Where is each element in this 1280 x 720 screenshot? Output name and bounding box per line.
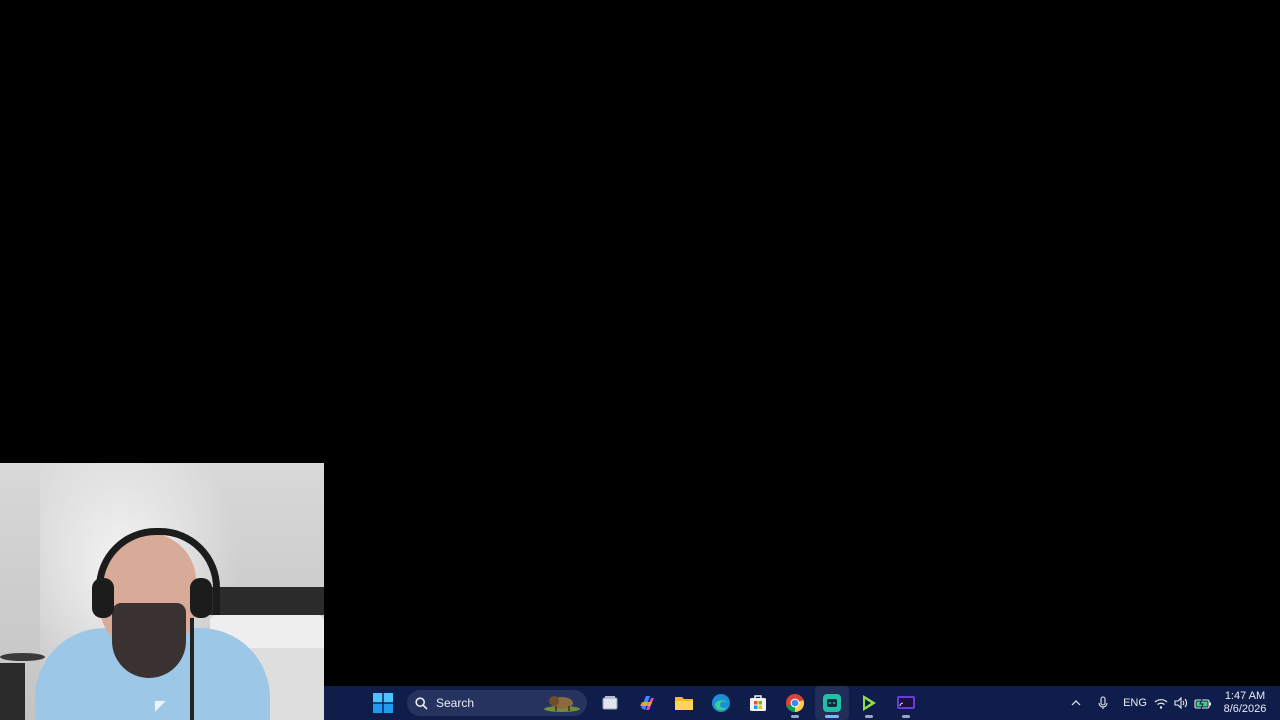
webcam-overlay <box>0 463 324 720</box>
input-language-indicator[interactable]: ENG <box>1118 686 1152 720</box>
clock-button[interactable]: 1:47 AM 8/6/2026 <box>1214 686 1276 720</box>
task-view-button[interactable] <box>593 686 627 720</box>
copilot-button[interactable] <box>630 686 664 720</box>
task-view-icon <box>602 696 618 710</box>
edge-icon <box>712 694 730 712</box>
microphone-icon <box>1098 696 1108 709</box>
store-icon <box>750 695 766 711</box>
show-hidden-icons-button[interactable] <box>1064 686 1088 720</box>
search-placeholder: Search <box>436 696 475 710</box>
cast-icon <box>897 696 915 709</box>
chat-app-icon <box>823 694 841 712</box>
folder-icon <box>675 697 693 710</box>
microphone-button[interactable] <box>1088 686 1118 720</box>
taskbar-center: Search <box>366 686 926 720</box>
running-indicator <box>791 715 799 718</box>
shirt-logo <box>155 701 175 717</box>
wifi-icon <box>1154 698 1168 709</box>
play-app-icon <box>863 695 876 711</box>
messaging-app-button[interactable] <box>815 686 849 720</box>
clock-date: 8/6/2026 <box>1223 703 1267 715</box>
edge-button[interactable] <box>704 686 738 720</box>
windows-logo-icon <box>373 693 393 713</box>
headphones-cable <box>190 618 194 720</box>
headphones-left-cup <box>92 578 114 618</box>
chair <box>0 663 25 720</box>
microsoft-store-button[interactable] <box>741 686 775 720</box>
running-indicator <box>902 715 910 718</box>
running-indicator <box>865 715 873 718</box>
search-highlight-bison-icon <box>544 696 580 712</box>
battery-charging-icon <box>1194 698 1211 709</box>
start-button[interactable] <box>366 686 400 720</box>
system-tray: ENG 1:47 AM 8/6/2026 <box>1064 686 1280 720</box>
volume-icon <box>1174 697 1188 709</box>
headphones-right-cup <box>190 578 212 618</box>
chevron-up-icon <box>1071 700 1081 706</box>
media-app-button[interactable] <box>852 686 886 720</box>
quick-settings-button[interactable] <box>1152 686 1214 720</box>
file-explorer-button[interactable] <box>667 686 701 720</box>
active-indicator <box>825 715 839 718</box>
cast-app-button[interactable] <box>889 686 923 720</box>
chrome-icon <box>786 694 805 712</box>
taskbar-search-box[interactable]: Search <box>407 690 587 716</box>
chrome-button[interactable] <box>778 686 812 720</box>
copilot-icon <box>640 696 654 710</box>
clock-time: 1:47 AM <box>1224 690 1266 702</box>
search-icon <box>415 696 428 710</box>
lamp-shade <box>0 653 45 661</box>
